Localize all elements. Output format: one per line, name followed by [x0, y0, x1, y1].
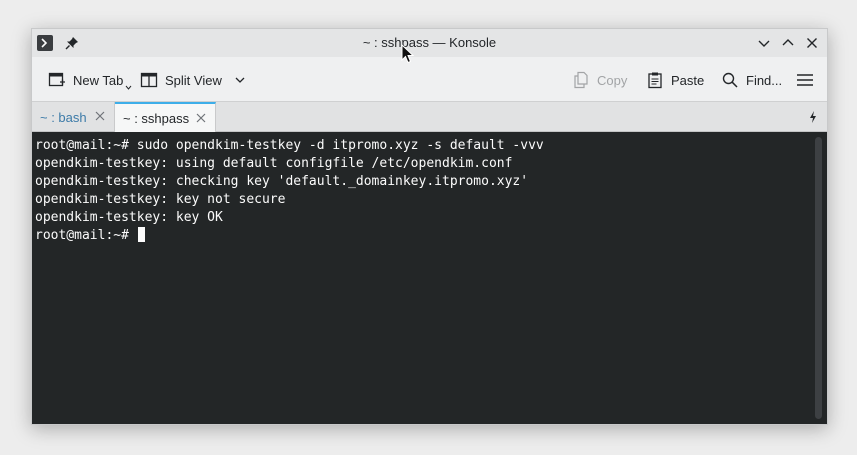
maximize-button[interactable] [779, 34, 797, 52]
scrollbar[interactable] [815, 137, 822, 419]
tab-sshpass-label: ~ : sshpass [123, 110, 190, 126]
paste-button[interactable]: Paste [646, 67, 704, 93]
terminal-line: opendkim-testkey: checking key 'default.… [35, 174, 529, 189]
minimize-button[interactable] [755, 34, 773, 52]
prompt: root@mail:~# [35, 228, 137, 243]
chevron-down-icon [235, 77, 245, 83]
title-bar[interactable]: ~ : sshpass — Konsole [32, 29, 827, 57]
close-tab-icon[interactable] [195, 112, 207, 124]
tab-bash[interactable]: ~ : bash [32, 102, 115, 132]
paste-label: Paste [671, 72, 705, 88]
close-button[interactable] [803, 34, 821, 52]
copy-button[interactable]: Copy [572, 67, 627, 93]
copy-label: Copy [597, 72, 628, 88]
new-tab-button[interactable]: New Tab [48, 67, 132, 93]
copy-icon [574, 71, 588, 89]
tab-bash-label: ~ : bash [40, 109, 87, 125]
split-view-icon [140, 72, 158, 88]
hamburger-menu-button[interactable] [796, 67, 821, 93]
terminal-line: opendkim-testkey: key OK [35, 210, 223, 225]
find-button[interactable]: Find... [721, 67, 782, 93]
new-tab-label: New Tab [73, 72, 124, 88]
terminal-view[interactable]: root@mail:~# sudo opendkim-testkey -d it… [32, 132, 827, 424]
new-tab-icon [48, 72, 65, 87]
mouse-pointer-icon [401, 44, 415, 64]
hamburger-icon [797, 74, 813, 86]
find-label: Find... [746, 72, 783, 88]
paste-icon [648, 72, 662, 89]
tab-bar: ~ : bash ~ : sshpass [32, 101, 827, 132]
toolbar: New Tab Split View Copy Paste Find... [32, 57, 827, 103]
tab-sshpass[interactable]: ~ : sshpass [115, 102, 216, 132]
split-view-label: Split View [165, 72, 222, 88]
split-view-button[interactable]: Split View [140, 67, 253, 93]
search-icon [722, 72, 738, 88]
cursor [137, 227, 145, 242]
terminal-line: root@mail:~# sudo opendkim-testkey -d it… [35, 138, 544, 153]
terminal-line: opendkim-testkey: using default configfi… [35, 156, 513, 171]
dropdown-indicator-icon [125, 85, 132, 90]
terminal-line: opendkim-testkey: key not secure [35, 192, 286, 207]
konsole-window: ~ : sshpass — Konsole New Tab Split View… [31, 28, 828, 425]
close-tab-icon[interactable] [94, 110, 106, 122]
prompt-line: root@mail:~# [35, 227, 827, 245]
quick-commands-icon[interactable] [807, 110, 819, 124]
window-title: ~ : sshpass — Konsole [362, 35, 497, 50]
